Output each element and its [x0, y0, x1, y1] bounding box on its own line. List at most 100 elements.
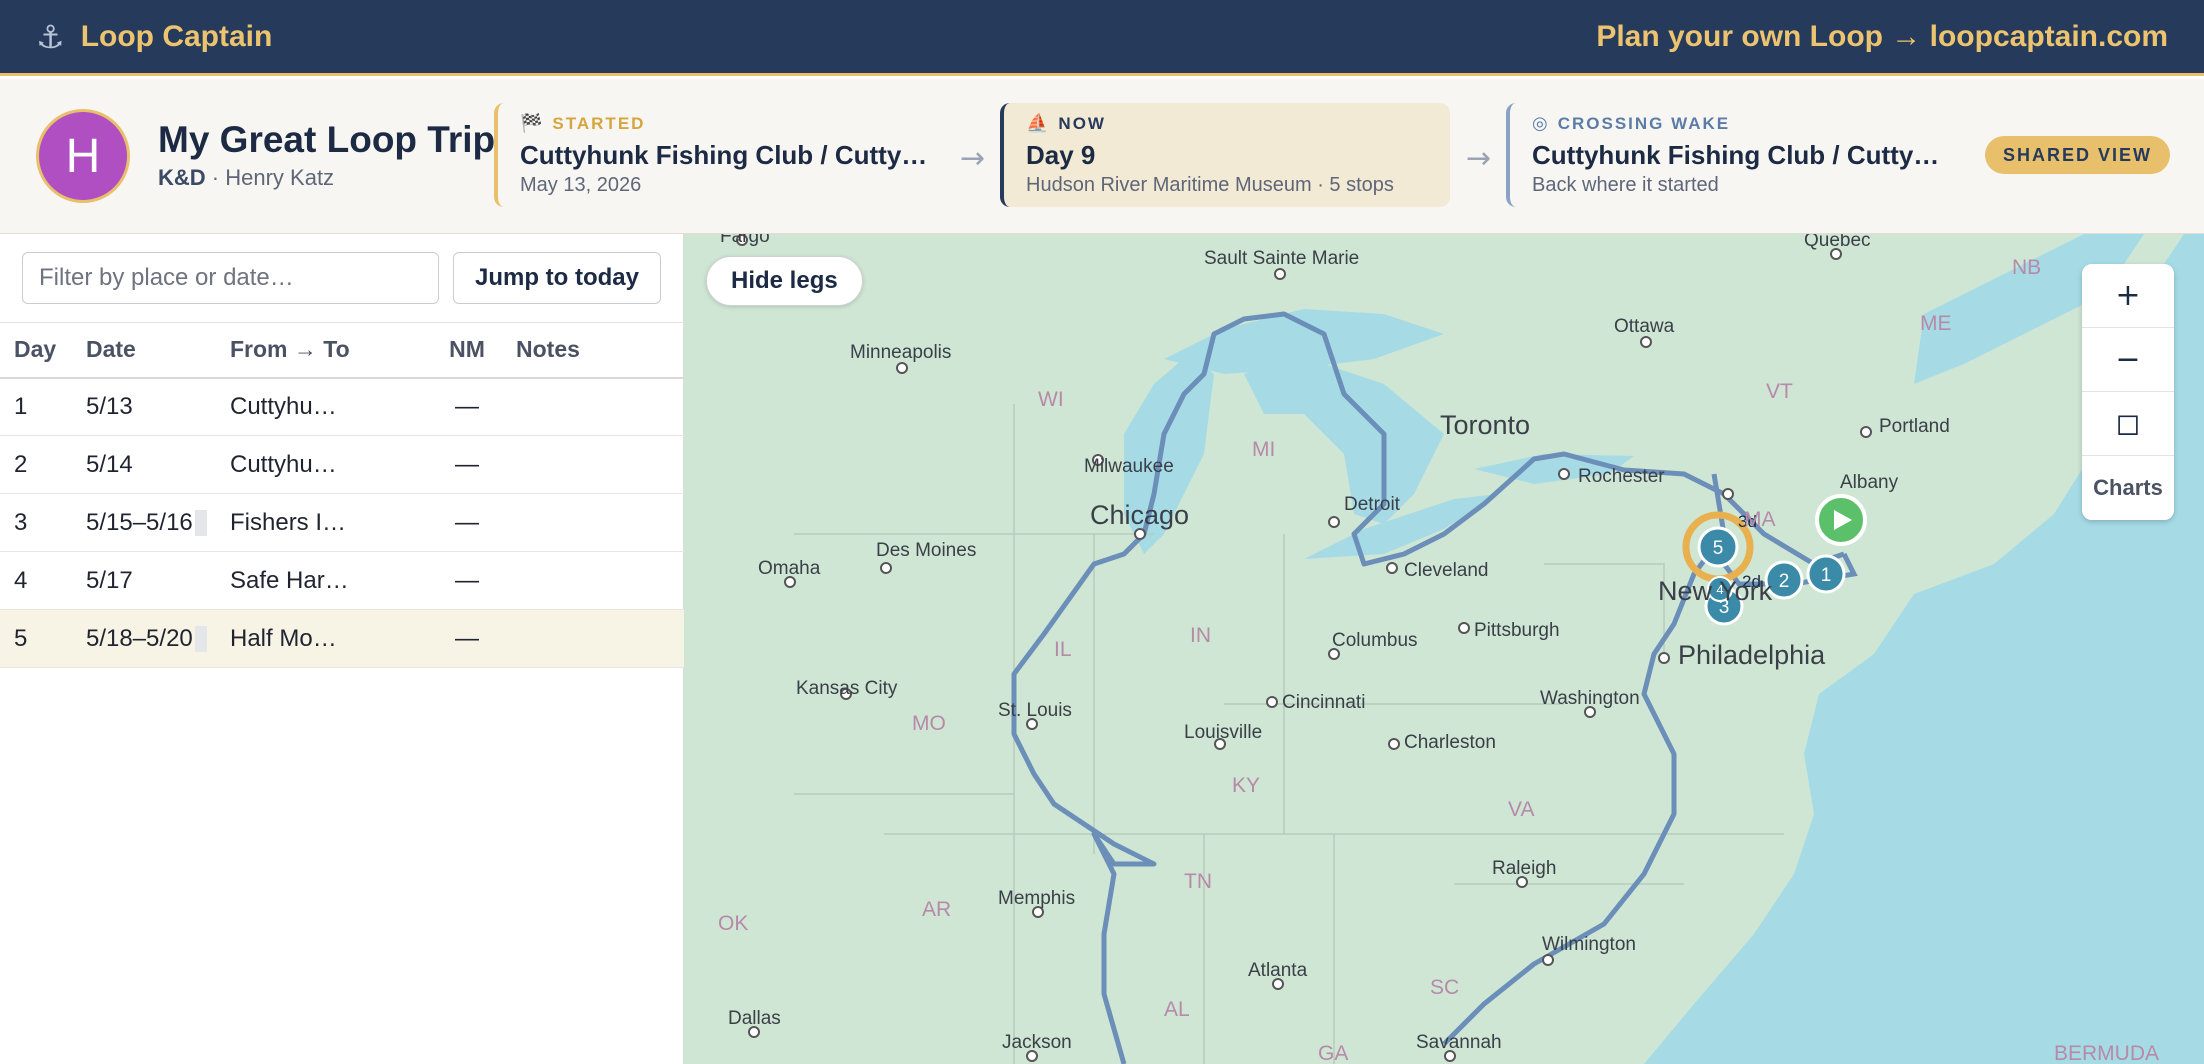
date-cell: 5/14: [72, 435, 216, 494]
city-label: Chicago: [1090, 500, 1189, 530]
brand[interactable]: ⚓ Loop Captain: [36, 18, 272, 56]
trip-subtitle: K&D · Henry Katz: [158, 165, 334, 191]
jump-to-today-button[interactable]: Jump to today: [453, 252, 661, 304]
trip-title: My Great Loop Trip: [158, 119, 496, 160]
zoom-out-button[interactable]: −: [2082, 328, 2174, 392]
city-label: Memphis: [998, 888, 1075, 909]
nm-cell: —: [432, 551, 502, 610]
fit-view-button[interactable]: ◻: [2082, 392, 2174, 456]
plan-your-loop-link[interactable]: Plan your own Loop → loopcaptain.com: [1596, 20, 2168, 54]
now-card[interactable]: ⛵ NOW Day 9 Hudson River Maritime Museum …: [1000, 103, 1450, 207]
trip-header: H My Great Loop Trip K&D · Henry Katz 🏁 S…: [0, 79, 2204, 234]
arrow-right-icon: →: [1466, 141, 1492, 176]
map-canvas[interactable]: 5 3 2 1 4 3d 2d Fargo Sault Sainte Marie: [684, 234, 2204, 1064]
table-row[interactable]: 4 5/17 Safe Harbor Marina —: [0, 551, 684, 610]
city-label: Sault Sainte Marie: [1204, 248, 1359, 269]
column-header-day[interactable]: Day: [0, 322, 72, 379]
city-label: Omaha: [758, 558, 821, 579]
now-day: Day 9: [1026, 140, 1096, 170]
city-label: Atlanta: [1248, 960, 1308, 981]
started-location: Cuttyhunk Fishing Club / Cuttyhunk Islan…: [520, 140, 932, 170]
table-header-row: Day Date From → To NM Notes: [0, 322, 684, 379]
column-header-notes[interactable]: Notes: [502, 322, 684, 379]
started-card[interactable]: 🏁 STARTED Cuttyhunk Fishing Club / Cuttyh…: [494, 103, 954, 207]
legs-table: Day Date From → To NM Notes 1 5/13 Cutty…: [0, 322, 684, 668]
day-cell: 2: [0, 435, 72, 494]
city-label: Raleigh: [1492, 858, 1556, 879]
region-label: BERMUDA: [2054, 1042, 2159, 1064]
day-cell: 3: [0, 493, 72, 552]
date-cell: 5/18–5/20: [72, 609, 216, 668]
city-label: Cincinnati: [1282, 692, 1365, 713]
region-label: VA: [1508, 798, 1534, 821]
hide-legs-button[interactable]: Hide legs: [706, 256, 863, 306]
stop-label: 2: [1779, 571, 1790, 592]
city-label: Washington: [1540, 688, 1640, 709]
region-label: AL: [1164, 998, 1190, 1021]
nm-cell: —: [432, 609, 502, 668]
crossing-note: Back where it started: [1532, 174, 1719, 196]
multi-day-marker: [194, 625, 207, 652]
stop-label: 5: [1713, 538, 1724, 559]
region-label: AR: [922, 898, 951, 921]
boat-name: K&D: [158, 165, 206, 190]
city-label: Fargo: [720, 234, 770, 247]
top-bar: ⚓ Loop Captain Plan your own Loop → loop…: [0, 0, 2204, 76]
city-label: Albany: [1840, 472, 1899, 493]
route-cell: Cuttyhunk Fishing Club: [216, 435, 432, 494]
notes-cell: [502, 377, 684, 436]
crossing-wake-card[interactable]: ◎ CROSSING WAKE Cuttyhunk Fishing Club / …: [1506, 103, 1966, 207]
route-cell: Half Moon Bay Marina: [216, 609, 432, 668]
started-kicker: STARTED: [552, 113, 646, 133]
column-header-route[interactable]: From → To: [216, 322, 432, 379]
city-label: St. Louis: [998, 700, 1072, 721]
table-row[interactable]: 2 5/14 Cuttyhunk Fishing Club —: [0, 435, 684, 494]
city-label: Minneapolis: [850, 342, 951, 363]
city-label: Ottawa: [1614, 316, 1675, 337]
avatar: H: [36, 109, 130, 203]
region-label: SC: [1430, 976, 1459, 999]
region-label: WI: [1038, 388, 1064, 411]
route-cell: Cuttyhunk Fishing Club: [216, 377, 432, 436]
owner-name: · Henry Katz: [211, 165, 335, 190]
notes-cell: [502, 493, 684, 552]
charts-button[interactable]: Charts: [2082, 456, 2174, 520]
table-row[interactable]: 1 5/13 Cuttyhunk Fishing Club —: [0, 377, 684, 436]
region-label: VT: [1766, 380, 1793, 403]
route-cell: Fishers Island: [216, 493, 432, 552]
brand-name: Loop Captain: [80, 19, 273, 53]
city-label: Jackson: [1002, 1032, 1072, 1053]
legs-panel: Jump to today Day Date From → To NM Note…: [0, 234, 684, 1064]
table-row[interactable]: 3 5/15–5/16 Fishers Island —: [0, 493, 684, 552]
started-date: May 13, 2026: [520, 174, 642, 196]
city-label: Louisville: [1184, 722, 1262, 743]
region-label: KY: [1232, 774, 1260, 797]
zoom-in-button[interactable]: +: [2082, 264, 2174, 328]
region-label: TN: [1184, 870, 1212, 893]
city-label: Pittsburgh: [1474, 620, 1560, 641]
day-cell: 4: [0, 551, 72, 610]
city-label: Toronto: [1440, 410, 1530, 440]
city-label: Wilmington: [1542, 934, 1636, 955]
day-cell: 5: [0, 609, 72, 668]
nm-cell: —: [432, 377, 502, 436]
region-label: OK: [718, 912, 748, 935]
crossing-kicker: CROSSING WAKE: [1557, 113, 1731, 133]
route-cell: Safe Harbor Marina: [216, 551, 432, 610]
city-label: Rochester: [1578, 466, 1665, 487]
multi-day-marker: [194, 509, 207, 536]
city-label: Savannah: [1416, 1032, 1502, 1053]
filter-input[interactable]: [22, 252, 439, 304]
city-label: Kansas City: [796, 678, 898, 699]
column-header-nm[interactable]: NM: [432, 322, 502, 379]
arrow-right-icon: →: [960, 141, 986, 176]
stop-label: 1: [1821, 565, 1832, 586]
route-map[interactable]: 5 3 2 1 4 3d 2d Fargo Sault Sainte Marie: [684, 234, 2204, 1064]
region-label: MA: [1744, 508, 1776, 531]
city-label: Des Moines: [876, 540, 976, 561]
notes-cell: [502, 551, 684, 610]
table-row-current[interactable]: 5 5/18–5/20 Half Moon Bay Marina —: [0, 609, 684, 668]
date-cell: 5/13: [72, 377, 216, 436]
city-label: Cleveland: [1404, 560, 1489, 581]
column-header-date[interactable]: Date: [72, 322, 216, 379]
